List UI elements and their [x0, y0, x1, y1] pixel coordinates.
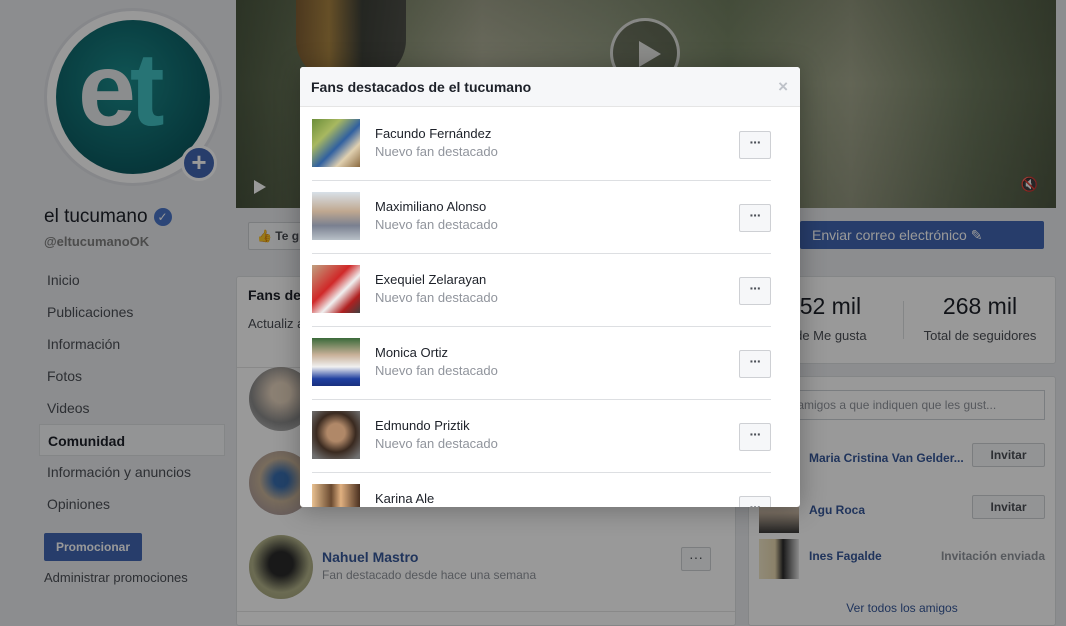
- fan-name[interactable]: Facundo Fernández: [375, 126, 491, 141]
- fan-name[interactable]: Karina Ale: [375, 491, 434, 506]
- list-item: Maximiliano Alonso Nuevo fan destacado ·…: [312, 181, 771, 254]
- fan-subtitle: Nuevo fan destacado: [375, 290, 498, 305]
- fans-list[interactable]: Facundo Fernández Nuevo fan destacado ··…: [300, 108, 800, 507]
- fan-subtitle: Nuevo fan destacado: [375, 217, 498, 232]
- avatar[interactable]: [312, 192, 360, 240]
- avatar[interactable]: [312, 338, 360, 386]
- avatar[interactable]: [312, 265, 360, 313]
- list-item: Exequiel Zelarayan Nuevo fan destacado ·…: [312, 254, 771, 327]
- fan-subtitle: Nuevo fan destacado: [375, 436, 498, 451]
- dialog-header: Fans destacados de el tucumano ×: [300, 67, 800, 107]
- list-item: Monica Ortiz Nuevo fan destacado ···: [312, 327, 771, 400]
- avatar[interactable]: [312, 484, 360, 507]
- top-fans-dialog: Fans destacados de el tucumano × Facundo…: [300, 67, 800, 507]
- fan-name[interactable]: Exequiel Zelarayan: [375, 272, 486, 287]
- close-icon[interactable]: ×: [778, 77, 788, 97]
- list-item: Karina Ale ···: [312, 473, 771, 507]
- fan-name[interactable]: Monica Ortiz: [375, 345, 448, 360]
- avatar[interactable]: [312, 119, 360, 167]
- list-item: Edmundo Priztik Nuevo fan destacado ···: [312, 400, 771, 473]
- more-options-button[interactable]: ···: [739, 131, 771, 159]
- more-options-button[interactable]: ···: [739, 277, 771, 305]
- fan-name[interactable]: Maximiliano Alonso: [375, 199, 486, 214]
- fan-subtitle: Nuevo fan destacado: [375, 144, 498, 159]
- more-options-button[interactable]: ···: [739, 496, 771, 507]
- fan-name[interactable]: Edmundo Priztik: [375, 418, 470, 433]
- more-options-button[interactable]: ···: [739, 423, 771, 451]
- list-item: Facundo Fernández Nuevo fan destacado ··…: [312, 108, 771, 181]
- fan-subtitle: Nuevo fan destacado: [375, 363, 498, 378]
- avatar[interactable]: [312, 411, 360, 459]
- more-options-button[interactable]: ···: [739, 204, 771, 232]
- dialog-title: Fans destacados de el tucumano: [311, 79, 532, 95]
- more-options-button[interactable]: ···: [739, 350, 771, 378]
